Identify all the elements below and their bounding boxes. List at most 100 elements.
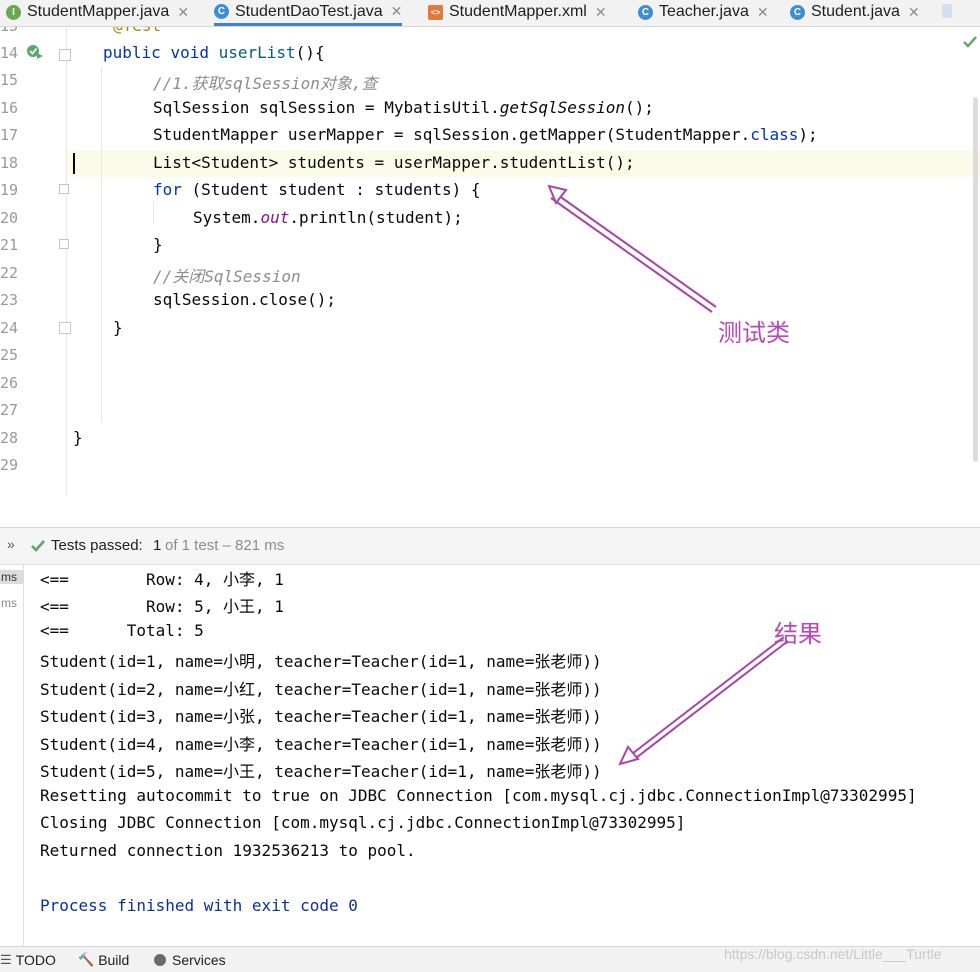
close-icon[interactable]: ✕: [757, 4, 769, 21]
tab-label: StudentMapper.java: [27, 3, 170, 20]
code-text: (Student student : students) {: [181, 180, 481, 199]
fold-marker-icon[interactable]: [59, 322, 71, 334]
services-icon: [154, 954, 166, 966]
todo-button[interactable]: ☰ TODO: [0, 952, 56, 968]
keyword: public: [103, 43, 161, 62]
test-tree-panel[interactable]: ms ms: [0, 565, 24, 946]
fold-marker-icon[interactable]: [59, 239, 69, 249]
code-text: );: [798, 125, 818, 144]
watermark: https://blog.csdn.net/Little___Turtle: [724, 946, 942, 962]
tests-passed-label: Tests passed:: [51, 537, 143, 554]
editor-tab-bar: I StudentMapper.java ✕ C StudentDaoTest.…: [0, 0, 980, 27]
class-icon: C: [790, 4, 805, 20]
class-icon: C: [638, 4, 653, 20]
indent-guide: [101, 67, 102, 422]
code-line-13: @Test: [113, 27, 161, 35]
console-line: <== Row: 4, 小李, 1: [40, 570, 284, 589]
code-line-24: }: [113, 318, 123, 337]
static-field: out: [260, 208, 290, 227]
build-button[interactable]: 🔨 Build: [78, 952, 129, 968]
console-line: Student(id=4, name=小李, teacher=Teacher(i…: [40, 735, 602, 754]
tab-teacher-java[interactable]: C Teacher.java ✕: [638, 0, 769, 24]
line-number: 28: [0, 429, 19, 447]
line-number: 25: [0, 346, 19, 364]
console-line-exit: Process finished with exit code 0: [40, 896, 358, 915]
hammer-icon: 🔨: [78, 952, 95, 967]
fold-marker-icon[interactable]: [59, 49, 71, 61]
console-line: Student(id=1, name=小明, teacher=Teacher(i…: [40, 652, 602, 671]
build-label: Build: [98, 952, 130, 968]
test-duration[interactable]: ms: [0, 570, 24, 584]
code-text: SqlSession sqlSession = MybatisUtil.: [153, 98, 500, 117]
tab-label: Teacher.java: [659, 3, 749, 20]
test-duration[interactable]: ms: [0, 596, 24, 610]
code-line-14: public void userList(){: [103, 43, 325, 62]
line-number: 18: [0, 154, 19, 172]
console-line: Student(id=5, name=小王, teacher=Teacher(i…: [40, 762, 602, 781]
code-text: System.: [193, 208, 261, 227]
services-label: Services: [172, 952, 226, 968]
console-line: Closing JDBC Connection [com.mysql.cj.jd…: [40, 813, 686, 832]
tab-studentmapper-java[interactable]: I StudentMapper.java ✕: [6, 0, 189, 24]
code-text: (){: [295, 43, 325, 62]
code-line-15: //1.获取sqlSession对象,查: [153, 74, 378, 93]
line-number: 26: [0, 374, 19, 392]
services-button[interactable]: Services: [154, 952, 226, 968]
line-number: 19: [0, 181, 19, 199]
run-test-icon[interactable]: [26, 44, 44, 60]
fold-marker-icon[interactable]: [59, 184, 69, 194]
editor-gutter: 13 14 15 16 17 18 19 20 21 22 23 24 25 2…: [0, 27, 71, 495]
close-icon[interactable]: ✕: [391, 3, 403, 20]
line-number: 16: [0, 99, 19, 117]
tests-passed-count: 1: [153, 537, 162, 554]
interface-icon: I: [6, 4, 21, 20]
tab-studentdaotest-java[interactable]: C StudentDaoTest.java ✕: [214, 0, 403, 26]
file-icon[interactable]: [942, 4, 952, 18]
console-line: <== Row: 5, 小王, 1: [40, 597, 284, 616]
tab-student-java[interactable]: C Student.java ✕: [790, 0, 920, 24]
line-number: 14: [0, 44, 19, 62]
console-line: Student(id=2, name=小红, teacher=Teacher(i…: [40, 680, 602, 699]
close-icon[interactable]: ✕: [908, 4, 920, 21]
line-number: 17: [0, 126, 19, 144]
editor-scrollbar[interactable]: [973, 97, 978, 462]
run-tool-window: » Tests passed: 1 of 1 test – 821 ms ms …: [0, 527, 980, 946]
console-line: <== Total: 5: [40, 621, 204, 640]
line-number: 23: [0, 291, 19, 309]
close-icon[interactable]: ✕: [177, 4, 189, 21]
close-icon[interactable]: ✕: [595, 4, 607, 21]
panel-spacer: [0, 495, 980, 527]
tab-label: Student.java: [811, 3, 900, 20]
tab-label: StudentMapper.xml: [449, 3, 587, 20]
code-line-20: System.out.println(student);: [193, 208, 463, 227]
tab-label: StudentDaoTest.java: [235, 2, 383, 20]
static-method: getSqlSession: [499, 98, 626, 117]
tests-passed-detail: of 1 test – 821 ms: [165, 537, 285, 554]
annotation-result: 结果: [774, 620, 822, 648]
xml-file-icon: <>: [428, 4, 443, 20]
line-number: 29: [0, 456, 19, 474]
line-number: 22: [0, 264, 19, 282]
tab-studentmapper-xml[interactable]: <> StudentMapper.xml ✕: [428, 0, 607, 24]
code-line-22: //关闭SqlSession: [153, 267, 301, 286]
expand-chevron-icon[interactable]: »: [7, 536, 15, 552]
line-number: 21: [0, 236, 19, 254]
console-line: Student(id=3, name=小张, teacher=Teacher(i…: [40, 707, 602, 726]
text-caret: [73, 153, 75, 174]
console-line: Returned connection 1932536213 to pool.: [40, 841, 416, 860]
code-text: .println(student);: [289, 208, 463, 227]
keyword: class: [750, 125, 799, 144]
code-line-23: sqlSession.close();: [153, 290, 337, 309]
line-number: 27: [0, 401, 19, 419]
line-number: 20: [0, 209, 19, 227]
code-line-21: }: [153, 235, 163, 254]
code-editor[interactable]: 13 14 15 16 17 18 19 20 21 22 23 24 25 2…: [0, 27, 980, 495]
code-text: StudentMapper userMapper = sqlSession.ge…: [153, 125, 751, 144]
method-name: userList: [218, 43, 296, 62]
code-line-18: List<Student> students = userMapper.stud…: [153, 153, 635, 172]
code-text: ();: [625, 98, 654, 117]
inspection-ok-icon[interactable]: [962, 35, 978, 49]
annotation-test-class: 测试类: [718, 319, 790, 347]
test-status-bar: » Tests passed: 1 of 1 test – 821 ms: [0, 528, 980, 565]
code-line-16: SqlSession sqlSession = MybatisUtil.getS…: [153, 98, 654, 117]
